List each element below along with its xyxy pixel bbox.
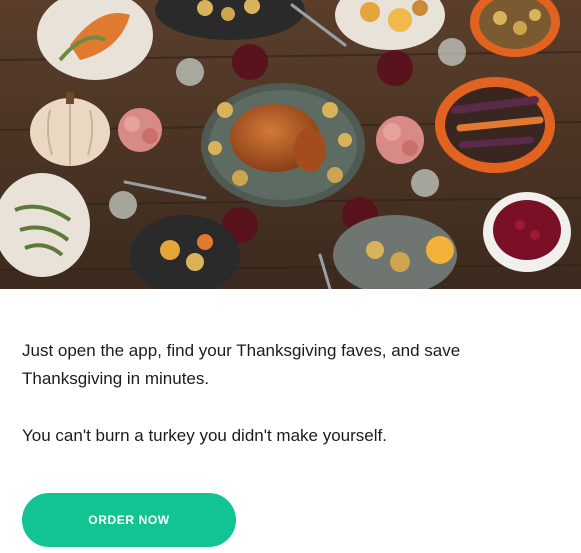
hero-image <box>0 0 581 289</box>
cranberry-sauce-bowl <box>483 192 571 272</box>
body-paragraph-1: Just open the app, find your Thanksgivin… <box>22 341 461 388</box>
body-paragraph-2: You can't burn a turkey you didn't make … <box>22 426 387 445</box>
thanksgiving-feast-illustration <box>0 0 581 289</box>
roasted-carrots-bowl <box>435 77 555 173</box>
order-now-button[interactable]: ORDER NOW <box>22 493 236 547</box>
turkey-platter <box>201 83 365 207</box>
